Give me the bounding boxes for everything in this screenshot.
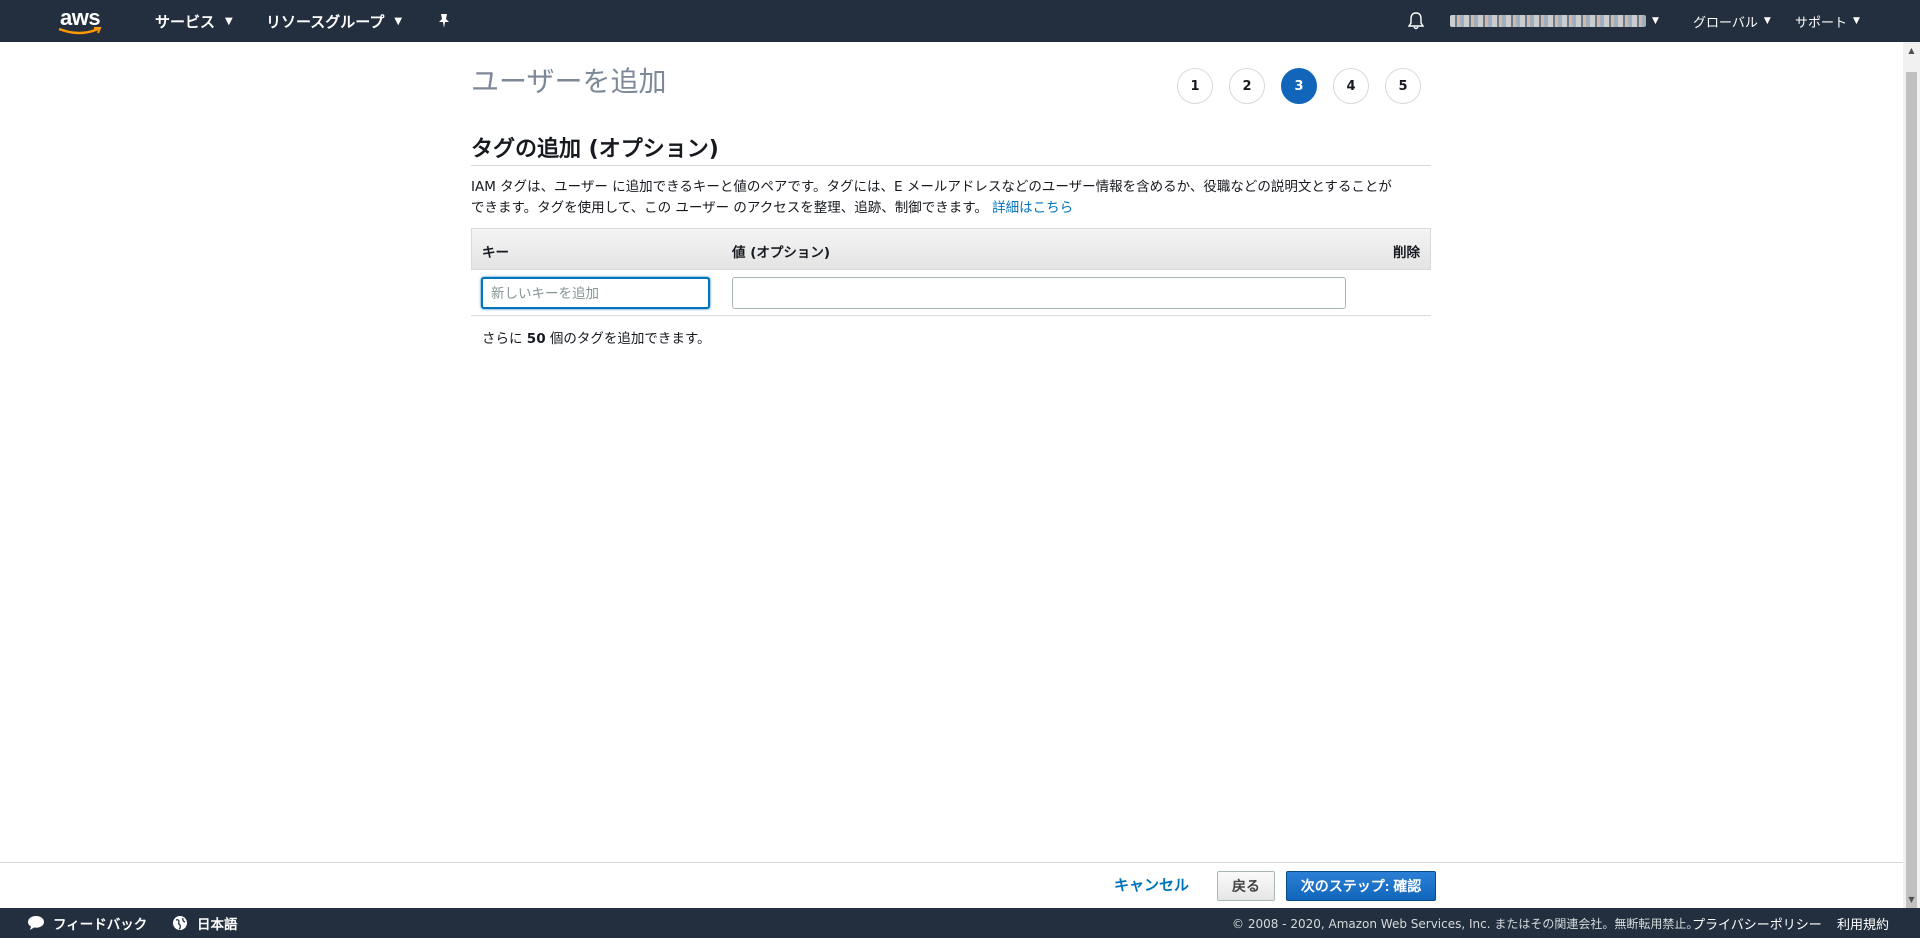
- terms-of-use-link[interactable]: 利用規約: [1837, 908, 1889, 938]
- cancel-button[interactable]: キャンセル: [1114, 874, 1189, 895]
- step-3-current[interactable]: 3: [1281, 68, 1317, 104]
- top-navigation-bar: aws サービス ▼ リソースグループ ▼ ▼ グローバル ▼ サポート ▼: [0, 0, 1920, 42]
- table-row: [471, 270, 1431, 316]
- account-menu[interactable]: ▼: [1450, 0, 1659, 42]
- column-header-key: キー: [482, 245, 509, 261]
- column-header-value: 値 (オプション): [732, 245, 831, 261]
- remaining-suffix: 個のタグを追加できます。: [549, 331, 711, 347]
- language-selector[interactable]: 日本語: [172, 908, 238, 938]
- tag-key-input[interactable]: [481, 277, 710, 309]
- aws-smile-icon: [58, 27, 102, 35]
- section-title: タグの追加 (オプション): [471, 137, 719, 162]
- region-menu-label: グローバル: [1693, 15, 1758, 31]
- column-header-delete: 削除: [1393, 245, 1420, 261]
- chevron-down-icon: ▼: [1763, 16, 1771, 26]
- tags-table-header: キー 値 (オプション) 削除: [471, 228, 1431, 270]
- tags-description-line-2: できます。タグを使用して、この ユーザー のアクセスを整理、追跡、制御できます。…: [471, 198, 1431, 219]
- pin-icon: [439, 14, 449, 28]
- aws-logo[interactable]: aws: [56, 4, 108, 38]
- back-button[interactable]: 戻る: [1217, 871, 1275, 901]
- region-menu[interactable]: グローバル ▼: [1693, 0, 1771, 42]
- step-2[interactable]: 2: [1229, 68, 1265, 104]
- section-divider: [471, 165, 1431, 166]
- tags-description-line-2-text: できます。タグを使用して、この ユーザー のアクセスを整理、追跡、制御できます。: [471, 200, 988, 216]
- speech-bubble-icon: [28, 916, 44, 930]
- pin-button[interactable]: [437, 0, 451, 42]
- scroll-down-arrow-icon[interactable]: ▼: [1903, 891, 1920, 908]
- remaining-tags-text: さらに 50 個のタグを追加できます。: [482, 327, 711, 347]
- remaining-prefix: さらに: [482, 331, 523, 347]
- step-4[interactable]: 4: [1333, 68, 1369, 104]
- remaining-count: 50: [526, 331, 546, 347]
- language-label: 日本語: [197, 917, 238, 933]
- chevron-down-icon: ▼: [1853, 16, 1860, 26]
- globe-icon: [173, 916, 187, 930]
- services-menu-label: サービス: [155, 12, 216, 31]
- scrollbar-thumb[interactable]: [1906, 72, 1917, 908]
- notifications-button[interactable]: [1408, 0, 1424, 42]
- tags-description-line-1: IAM タグは、ユーザー に追加できるキーと値のペアです。タグには、E メールア…: [471, 179, 1392, 195]
- tag-value-input[interactable]: [732, 277, 1346, 309]
- tags-table: キー 値 (オプション) 削除: [471, 228, 1431, 316]
- next-step-review-button[interactable]: 次のステップ: 確認: [1286, 871, 1436, 901]
- tags-description: IAM タグは、ユーザー に追加できるキーと値のペアです。タグには、E メールア…: [471, 177, 1431, 219]
- scroll-up-arrow-icon[interactable]: ▲: [1903, 42, 1920, 59]
- privacy-policy-link[interactable]: プライバシーポリシー: [1692, 908, 1822, 938]
- support-menu[interactable]: サポート ▼: [1795, 0, 1860, 42]
- step-5[interactable]: 5: [1385, 68, 1421, 104]
- copyright-text: © 2008 - 2020, Amazon Web Services, Inc.…: [1232, 916, 1699, 931]
- wizard-action-bar: キャンセル 戻る 次のステップ: 確認: [0, 862, 1903, 908]
- chevron-down-icon: ▼: [1652, 16, 1659, 26]
- console-footer: フィードバック 日本語 © 2008 - 2020, Amazon Web Se…: [0, 908, 1920, 938]
- account-name-redacted: [1450, 15, 1646, 27]
- services-menu[interactable]: サービス ▼: [155, 0, 233, 42]
- feedback-link[interactable]: フィードバック: [27, 908, 147, 938]
- bell-icon: [1408, 12, 1424, 30]
- page-scrollbar[interactable]: ▲ ▼: [1903, 42, 1920, 908]
- resource-groups-menu-label: リソースグループ: [266, 12, 385, 31]
- support-menu-label: サポート: [1795, 15, 1848, 31]
- chevron-down-icon: ▼: [225, 15, 233, 27]
- wizard-steps: 1 2 3 4 5: [1177, 68, 1421, 104]
- learn-more-link[interactable]: 詳細はこちら: [992, 200, 1073, 216]
- feedback-label: フィードバック: [53, 917, 148, 933]
- chevron-down-icon: ▼: [394, 15, 403, 27]
- resource-groups-menu[interactable]: リソースグループ ▼: [266, 0, 402, 42]
- page-title: ユーザーを追加: [471, 65, 667, 98]
- step-1[interactable]: 1: [1177, 68, 1213, 104]
